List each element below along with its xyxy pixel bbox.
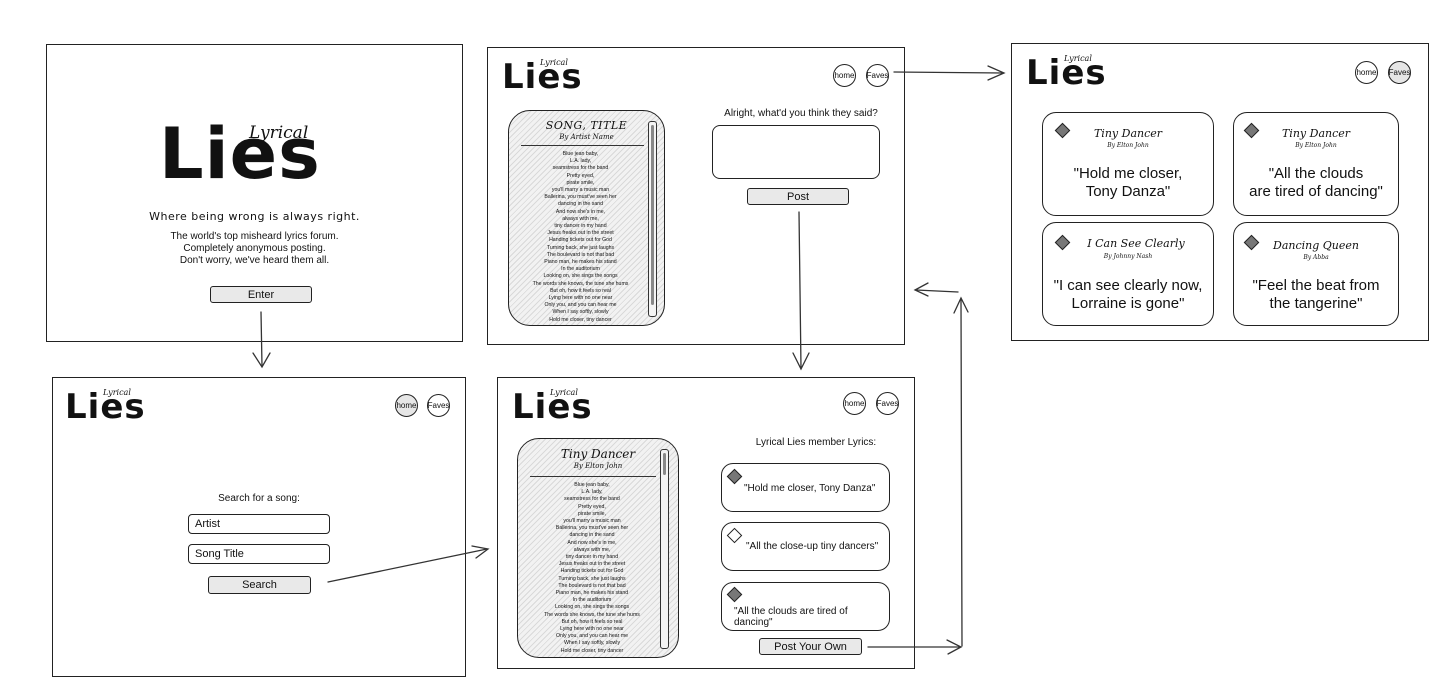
flow-arrow-search-to-song: [327, 548, 488, 583]
flow-arrow-enter-to-search: [260, 311, 263, 367]
flow-arrow-faves-to-favescreen: [893, 71, 1004, 74]
flow-arrow-post-to-song: [798, 211, 802, 369]
flow-arrows: [252, 65, 1006, 655]
